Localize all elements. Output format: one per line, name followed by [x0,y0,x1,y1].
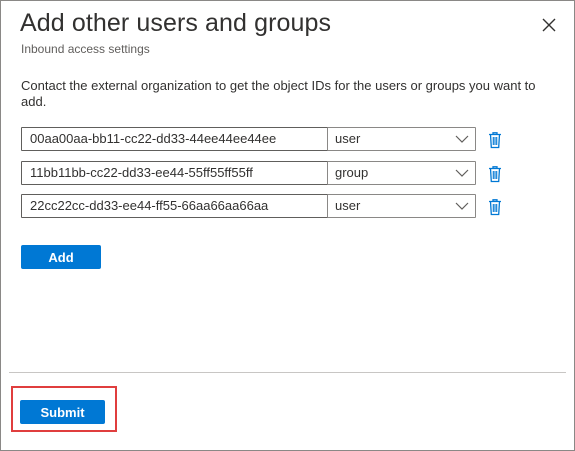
panel-title: Add other users and groups [20,9,332,37]
type-dropdown-value: user [335,198,361,213]
type-dropdown-value: group [335,165,369,180]
trash-icon[interactable] [487,131,503,149]
chevron-down-icon [455,169,469,177]
panel-subtitle: Inbound access settings [21,42,150,56]
add-users-groups-panel: Add other users and groups Inbound acces… [0,0,575,451]
close-icon [542,18,556,32]
trash-icon[interactable] [487,198,503,216]
type-dropdown-value: user [335,131,361,146]
object-id-input[interactable]: 22cc22cc-dd33-ee44-ff55-66aa66aa66aa [21,194,339,218]
object-id-input[interactable]: 00aa00aa-bb11-cc22-dd33-44ee44ee44ee [21,127,339,151]
instructions-text: Contact the external organization to get… [21,78,536,109]
chevron-down-icon [455,135,469,143]
footer-divider [9,372,566,373]
chevron-down-icon [455,202,469,210]
type-dropdown[interactable]: user [327,194,476,218]
add-button[interactable]: Add [21,245,101,269]
object-id-input[interactable]: 11bb11bb-cc22-dd33-ee44-55ff55ff55ff [21,161,339,185]
submit-button[interactable]: Submit [20,400,105,424]
trash-icon[interactable] [487,165,503,183]
type-dropdown[interactable]: group [327,161,476,185]
type-dropdown[interactable]: user [327,127,476,151]
close-button[interactable] [539,15,559,35]
